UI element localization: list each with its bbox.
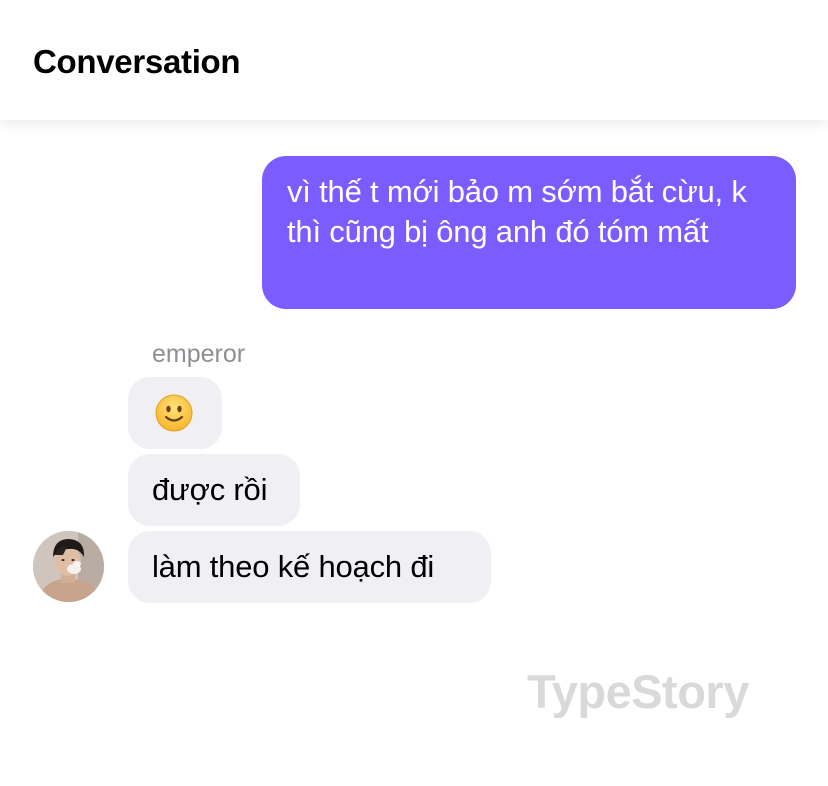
incoming-message-emoji[interactable] bbox=[128, 377, 222, 449]
conversation-header: Conversation bbox=[0, 0, 828, 120]
avatar-photo-icon bbox=[33, 531, 104, 602]
watermark: TypeStory bbox=[527, 665, 749, 718]
incoming-message-bubble[interactable]: làm theo kế hoạch đi bbox=[128, 531, 491, 603]
slightly-smiling-face-icon bbox=[155, 394, 193, 432]
sender-name: emperor bbox=[152, 340, 246, 368]
avatar[interactable] bbox=[33, 531, 104, 602]
incoming-message-bubble[interactable]: được rồi bbox=[128, 454, 300, 526]
outgoing-message-bubble[interactable]: vì thế t mới bảo m sớm bắt cừu, k thì cũ… bbox=[262, 156, 796, 309]
page-title: Conversation bbox=[33, 43, 241, 80]
